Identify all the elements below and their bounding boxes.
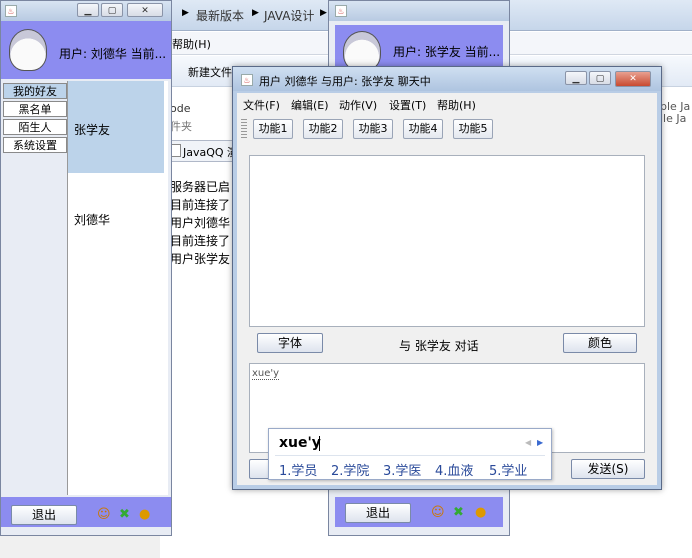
exit-button[interactable]: 退出: [11, 505, 77, 525]
tab-strangers[interactable]: 陌生人: [3, 119, 67, 135]
tab-system-settings[interactable]: 系统设置: [3, 137, 67, 153]
ime-candidate-list: 1.学员 2.学院 3.学医 4.血液 5.学业: [279, 460, 549, 479]
column-header: ode: [170, 102, 191, 115]
avatar: [9, 29, 47, 71]
conversation-label: 与 张学友 对话: [399, 339, 479, 353]
log-line: 用户张学友: [170, 252, 231, 266]
friend-list: 张学友 刘德华: [67, 81, 168, 495]
next-page-icon[interactable]: ▶: [537, 438, 543, 447]
menu-help[interactable]: 帮助(H): [437, 97, 476, 115]
ime-candidate[interactable]: 4.血液: [435, 460, 473, 479]
minimize-button[interactable]: ▁: [77, 3, 99, 17]
breadcrumb-arrow-icon: ▶: [320, 8, 327, 18]
window-title: 用户 刘德华 与用户: 张学友 聊天中: [259, 75, 431, 88]
font-button[interactable]: 字体: [257, 333, 323, 353]
menu-edit[interactable]: 编辑(E): [291, 97, 329, 115]
java-icon: ♨: [5, 5, 17, 17]
message-history[interactable]: [249, 155, 645, 327]
ime-candidate[interactable]: 5.学业: [489, 460, 527, 479]
java-tab[interactable]: JavaQQ 演: [166, 140, 238, 162]
breadcrumb-item[interactable]: JAVA设计: [264, 7, 314, 24]
breadcrumb-item[interactable]: 最新版本: [196, 7, 244, 24]
input-text: xue'y: [252, 368, 280, 380]
menu-action[interactable]: 动作(V): [339, 97, 377, 115]
log-line: 服务器已启: [170, 180, 231, 194]
function-2-button[interactable]: 功能2: [303, 119, 343, 139]
color-button[interactable]: 颜色: [563, 333, 637, 353]
function-3-button[interactable]: 功能3: [353, 119, 393, 139]
ime-candidate[interactable]: 1.学员: [279, 460, 317, 479]
people-icon[interactable]: ☺: [97, 507, 111, 522]
menu-bar: 文件(F) 编辑(E) 动作(V) 设置(T) 帮助(H): [243, 97, 643, 115]
exit-button[interactable]: 退出: [345, 503, 411, 523]
menu-file[interactable]: 文件(F): [243, 97, 280, 115]
qq-icon[interactable]: ●: [475, 505, 486, 520]
chat-body: 文件(F) 编辑(E) 动作(V) 设置(T) 帮助(H) 功能1 功能2 功能…: [237, 93, 657, 485]
log-line: 目前连接了: [170, 198, 231, 212]
prev-page-icon[interactable]: ◀: [525, 438, 531, 447]
ime-candidate[interactable]: 2.学院: [331, 460, 369, 479]
tab-blacklist[interactable]: 黑名单: [3, 101, 67, 117]
log-line: 用户刘德华: [170, 216, 231, 230]
function-5-button[interactable]: 功能5: [453, 119, 493, 139]
maximize-button[interactable]: ▢: [101, 3, 123, 17]
user-label: 用户: 张学友 当前...: [393, 45, 501, 59]
send-button[interactable]: 发送(S): [571, 459, 645, 479]
java-icon: ♨: [335, 5, 347, 17]
menu-help[interactable]: 帮助(H): [172, 36, 211, 52]
user-label: 用户: 刘德华 当前...: [59, 47, 167, 61]
qq-client-left: ♨ ▁ ▢ ✕ 用户: 刘德华 当前... 我的好友 黑名单 陌生人 系统设置 …: [0, 0, 172, 536]
people-icon[interactable]: ☺: [431, 505, 445, 520]
column-header: 件夹: [170, 120, 192, 133]
chat-window: ♨ 用户 刘德华 与用户: 张学友 聊天中 ▁ ▢ ✕ 文件(F) 编辑(E) …: [232, 66, 662, 490]
function-4-button[interactable]: 功能4: [403, 119, 443, 139]
avatar: [343, 31, 381, 71]
close-button[interactable]: ✕: [127, 3, 163, 17]
ime-candidate-window: xue'y ◀ ▶ 1.学员 2.学院 3.学医 4.血液 5.学业: [268, 428, 552, 480]
close-button[interactable]: ✕: [615, 71, 651, 87]
tab-label: JavaQQ 演: [183, 146, 239, 159]
new-file-button[interactable]: 新建文件: [188, 64, 232, 80]
maximize-button[interactable]: ▢: [589, 71, 611, 85]
friend-name: 张学友: [74, 123, 111, 137]
minimize-button[interactable]: ▁: [565, 71, 587, 85]
ime-divider: [275, 455, 545, 456]
qq-icon[interactable]: ●: [139, 507, 150, 522]
right-column-text: lle Ja: [660, 112, 687, 125]
tools-icon[interactable]: ✖: [119, 507, 130, 522]
breadcrumb-arrow-icon: ▶: [252, 8, 259, 18]
java-icon: ♨: [241, 74, 253, 86]
titlebar: [329, 1, 509, 21]
breadcrumb-arrow-icon: ▶: [182, 8, 189, 18]
function-1-button[interactable]: 功能1: [253, 119, 293, 139]
tab-my-friends[interactable]: 我的好友: [3, 83, 67, 99]
ime-cursor: [319, 436, 320, 451]
toolbar: 功能1 功能2 功能3 功能4 功能5: [253, 119, 553, 139]
friend-name: 刘德华: [74, 213, 111, 227]
tools-icon[interactable]: ✖: [453, 505, 464, 520]
friend-item[interactable]: 张学友: [68, 81, 164, 173]
menu-settings[interactable]: 设置(T): [389, 97, 426, 115]
ime-candidate[interactable]: 3.学医: [383, 460, 421, 479]
friend-item[interactable]: 刘德华: [68, 173, 164, 265]
ime-composition: xue'y: [279, 435, 321, 451]
log-line: 目前连接了: [170, 234, 231, 248]
toolbar-grip[interactable]: [241, 119, 247, 139]
